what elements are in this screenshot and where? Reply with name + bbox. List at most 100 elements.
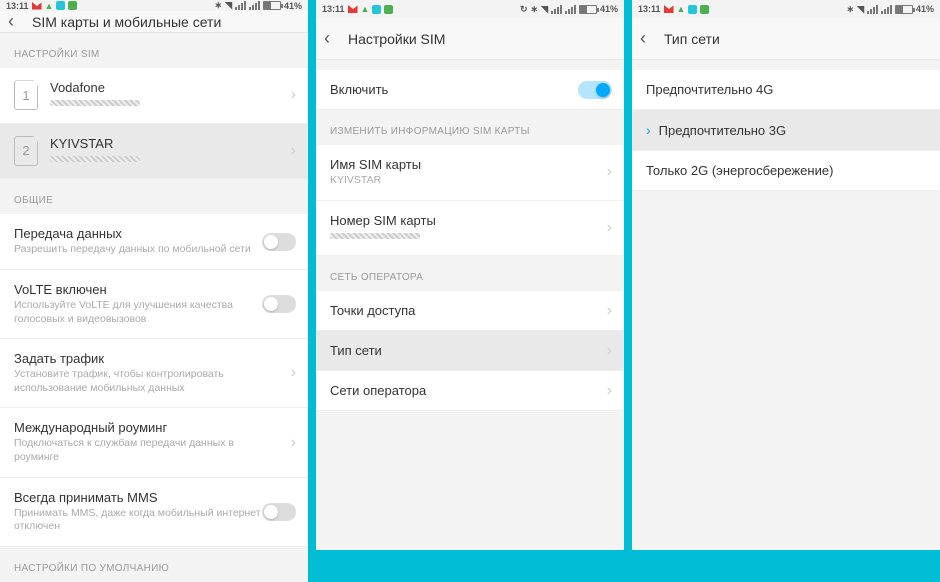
redacted-text [330, 233, 420, 239]
sim-slot-1-row[interactable]: 1 Vodafone › [0, 68, 308, 124]
row-title: Предпочтительно 4G [646, 82, 902, 97]
app-icon-2 [68, 1, 77, 10]
signal-icon-1 [867, 5, 878, 14]
roaming-row[interactable]: Международный роуминг Подключаться к слу… [0, 408, 308, 477]
apn-row[interactable]: Точки доступа › [316, 291, 624, 331]
prefer-4g-option[interactable]: Предпочтительно 4G [632, 70, 940, 110]
gmail-icon [32, 2, 42, 10]
back-icon[interactable]: ‹ [640, 28, 660, 49]
sim-slot-2-row[interactable]: 2 KYIVSTAR › [0, 124, 308, 180]
row-title: Только 2G (энергосбережение) [646, 163, 902, 178]
row-subtitle: Установите трафик, чтобы контролировать … [14, 368, 270, 395]
mms-toggle[interactable] [262, 503, 296, 521]
row-subtitle: Разрешить передачу данных по мобильной с… [14, 243, 270, 257]
row-title: Передача данных [14, 226, 270, 241]
network-type-row[interactable]: Тип сети › [316, 331, 624, 371]
row-title: Тип сети [330, 343, 586, 358]
screen-network-type: 13:11 ▲ ∗ ◥ 41% ‹ Тип сети Предпочтитель… [632, 0, 940, 550]
row-title: Сети оператора [330, 383, 586, 398]
always-mms-row[interactable]: Всегда принимать MMS Принимать MMS, даже… [0, 478, 308, 547]
chevron-right-icon: › [607, 342, 612, 360]
sim-card-icon: 2 [14, 136, 38, 166]
back-icon[interactable]: ‹ [8, 11, 28, 32]
selected-indicator-icon: › [646, 122, 651, 138]
row-title: Предпочтительно 3G [659, 123, 902, 138]
drive-icon: ▲ [677, 4, 686, 14]
sim2-name: KYIVSTAR [50, 136, 270, 151]
chevron-right-icon: › [607, 219, 612, 237]
row-title: Имя SIM карты [330, 157, 586, 172]
only-2g-option[interactable]: Только 2G (энергосбережение) [632, 151, 940, 191]
header: ‹ Настройки SIM [316, 18, 624, 60]
sim-name-value: KYIVSTAR [330, 174, 586, 188]
header: ‹ Тип сети [632, 18, 940, 60]
screen-sim-cards: 13:11 ▲ ∗ ◥ 41% ‹ SIM карты и мобильные … [0, 0, 308, 550]
row-title: Международный роуминг [14, 420, 270, 435]
drive-icon: ▲ [361, 4, 370, 14]
app-icon-1 [372, 5, 381, 14]
sync-icon: ↻ [520, 4, 528, 15]
redacted-text [50, 100, 140, 106]
volte-toggle[interactable] [262, 295, 296, 313]
chevron-right-icon: › [607, 302, 612, 320]
row-title: Номер SIM карты [330, 213, 586, 228]
gmail-icon [348, 5, 358, 13]
header: ‹ SIM карты и мобильные сети [0, 11, 308, 33]
battery-icon [579, 5, 597, 14]
volte-row[interactable]: VoLTE включен Используйте VoLTE для улуч… [0, 270, 308, 339]
row-subtitle: Подключаться к службам передачи данных в… [14, 437, 270, 464]
chevron-right-icon: › [607, 382, 612, 400]
bluetooth-icon: ∗ [531, 4, 539, 15]
sim1-name: Vodafone [50, 80, 270, 95]
signal-icon-1 [235, 1, 246, 10]
section-edit-sim: ИЗМЕНИТЬ ИНФОРМАЦИЮ SIM КАРТЫ [316, 110, 624, 145]
battery-icon [895, 5, 913, 14]
row-title: Всегда принимать MMS [14, 490, 270, 505]
set-traffic-row[interactable]: Задать трафик Установите трафик, чтобы к… [0, 339, 308, 408]
chevron-right-icon: › [607, 163, 612, 181]
status-time: 13:11 [6, 1, 29, 11]
gmail-icon [664, 5, 674, 13]
signal-icon-2 [249, 1, 260, 10]
wifi-icon: ◥ [541, 4, 548, 15]
section-defaults: НАСТРОЙКИ ПО УМОЛЧАНИЮ [0, 547, 308, 582]
chevron-right-icon: › [291, 364, 296, 382]
battery-icon [263, 1, 281, 10]
status-time: 13:11 [638, 4, 661, 14]
section-general: ОБЩИЕ [0, 179, 308, 214]
status-bar: 13:11 ▲ ∗ ◥ 41% [632, 0, 940, 18]
sim-name-row[interactable]: Имя SIM карты KYIVSTAR › [316, 145, 624, 201]
row-subtitle: Принимать MMS, даже когда мобильный инте… [14, 507, 270, 534]
app-icon-2 [384, 5, 393, 14]
page-title: Настройки SIM [348, 31, 445, 47]
chevron-right-icon: › [291, 434, 296, 452]
signal-icon-2 [881, 5, 892, 14]
bluetooth-icon: ∗ [215, 0, 223, 11]
page-title: SIM карты и мобильные сети [32, 14, 221, 30]
row-title: Включить [330, 82, 586, 97]
row-title: Задать трафик [14, 351, 270, 366]
chevron-right-icon: › [291, 86, 296, 104]
page-title: Тип сети [664, 31, 720, 47]
bluetooth-icon: ∗ [847, 4, 855, 15]
enable-sim-row[interactable]: Включить [316, 70, 624, 110]
sim-number-row[interactable]: Номер SIM карты › [316, 201, 624, 257]
app-icon-1 [56, 1, 65, 10]
row-title: VoLTE включен [14, 282, 270, 297]
back-icon[interactable]: ‹ [324, 28, 344, 49]
mobile-data-toggle[interactable] [262, 233, 296, 251]
wifi-icon: ◥ [225, 0, 232, 11]
drive-icon: ▲ [45, 1, 54, 11]
battery-percent: 41% [916, 4, 934, 14]
mobile-data-row[interactable]: Передача данных Разрешить передачу данны… [0, 214, 308, 270]
status-bar: 13:11 ▲ ∗ ◥ 41% [0, 0, 308, 11]
section-sim-settings: НАСТРОЙКИ SIM [0, 33, 308, 68]
enable-sim-toggle[interactable] [578, 81, 612, 99]
prefer-3g-option[interactable]: › Предпочтительно 3G [632, 110, 940, 151]
battery-percent: 41% [600, 4, 618, 14]
section-operator: СЕТЬ ОПЕРАТОРА [316, 256, 624, 291]
signal-icon-1 [551, 5, 562, 14]
operator-networks-row[interactable]: Сети оператора › [316, 371, 624, 411]
app-icon-2 [700, 5, 709, 14]
battery-percent: 41% [284, 1, 302, 11]
